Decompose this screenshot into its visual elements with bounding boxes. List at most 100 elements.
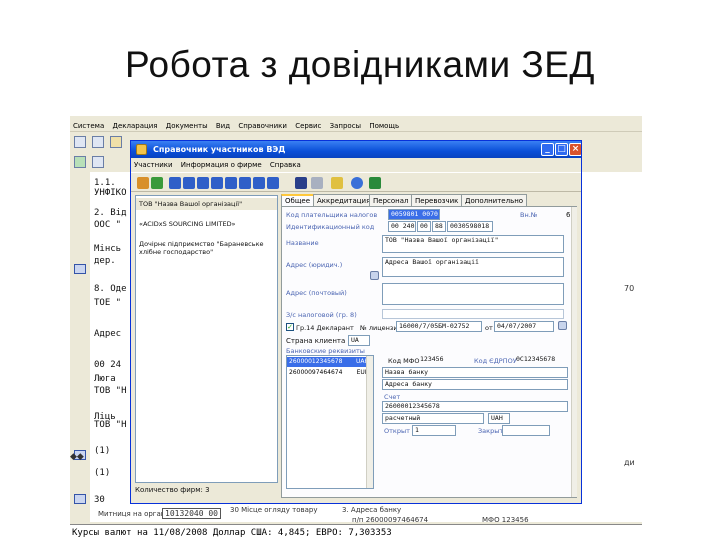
form-line: 1.1.	[94, 178, 116, 188]
closed-field[interactable]	[502, 425, 550, 436]
dialog-toolbar	[131, 172, 581, 192]
next-record-icon[interactable]	[211, 177, 223, 189]
tab-accreditation[interactable]: Аккредитация	[313, 194, 375, 206]
account-type-select[interactable]: расчетный	[382, 413, 484, 424]
account-label: Счет	[384, 393, 401, 401]
mfo-field[interactable]: 123456	[418, 355, 462, 366]
form-line: Люга	[94, 374, 116, 384]
bank-details-label: Банковские реквизиты	[286, 347, 365, 355]
id-code-part-3[interactable]: 88	[432, 221, 446, 232]
field-3-label: 3. Адреса банку	[342, 506, 402, 514]
menu-company-info[interactable]: Информация о фирме	[178, 159, 265, 171]
first-record-icon[interactable]	[169, 177, 181, 189]
form-section-icon[interactable]	[74, 264, 86, 274]
print-icon[interactable]	[311, 177, 323, 189]
list-item[interactable]: «ACIDxS SOURCING LIMITED»	[136, 218, 277, 230]
exit-icon[interactable]	[369, 177, 381, 189]
minimize-button[interactable]: _	[541, 143, 554, 156]
close-button[interactable]: ×	[569, 143, 581, 156]
copy-address-icon[interactable]	[370, 271, 379, 280]
form-line: ТОВ "Н	[94, 386, 127, 396]
save-icon[interactable]	[295, 177, 307, 189]
next-page-icon[interactable]	[225, 177, 237, 189]
company-name-field[interactable]: ТОВ "Назва Вашої організації"	[382, 235, 564, 253]
tab-carrier[interactable]: Перевозчик	[411, 194, 463, 206]
open-icon[interactable]	[92, 136, 104, 148]
mfo-bottom-label: МФО 123456	[482, 516, 529, 524]
tax-book-label: З/с налоговой (гр. 8)	[286, 311, 357, 319]
form-line: Адрес	[94, 329, 122, 339]
last-record-icon[interactable]	[239, 177, 251, 189]
menu-participants[interactable]: Участники	[131, 159, 176, 171]
menu-view[interactable]: Вид	[213, 120, 233, 132]
form-section-icon[interactable]	[74, 494, 86, 504]
prev-page-icon[interactable]	[183, 177, 195, 189]
tax-book-field[interactable]	[382, 309, 564, 319]
slide-title: Робота з довідниками ЗЕД	[124, 44, 595, 85]
panel-scrollbar[interactable]	[571, 207, 577, 497]
participants-list[interactable]: ТОВ "Назва Вашої організації" «ACIDxS SO…	[135, 195, 278, 483]
tab-additional[interactable]: Дополнительно	[461, 194, 528, 206]
license-date-field[interactable]: 04/07/2007	[494, 321, 554, 332]
people-icon[interactable]	[137, 177, 149, 189]
menu-queries[interactable]: Запросы	[327, 120, 364, 132]
menu-service[interactable]: Сервис	[292, 120, 324, 132]
account-field[interactable]: 26000012345678	[382, 401, 568, 412]
declarant-checkbox[interactable]: ✓	[286, 323, 294, 331]
bank-accounts-list[interactable]: 26000012345678 UAH 26000097464674 EUR	[286, 355, 374, 489]
new-document-icon[interactable]	[74, 136, 86, 148]
menu-help[interactable]: Помощь	[366, 120, 402, 132]
grid-icon[interactable]	[74, 156, 86, 168]
menu-system[interactable]: Система	[70, 120, 107, 132]
table-icon[interactable]	[92, 156, 104, 168]
edrpou-field[interactable]: 0C12345678	[514, 355, 568, 366]
form-line: ООС "	[94, 220, 122, 230]
license-number-field[interactable]: 16000/7/05БМ-02752	[396, 321, 482, 332]
insert-record-icon[interactable]	[253, 177, 265, 189]
menu-documents[interactable]: Документы	[163, 120, 211, 132]
customs-code-field[interactable]: 10132040 00	[162, 508, 221, 519]
list-item[interactable]: Дочірнє підприємство "Бараневське хлібне…	[136, 238, 277, 258]
id-code-label: Идентификационный код	[286, 223, 375, 231]
app-icon	[136, 144, 147, 155]
menu-declaration[interactable]: Декларация	[109, 120, 160, 132]
bank-name-field[interactable]: Назва банку	[382, 367, 568, 378]
tax-code-field[interactable]: 0059801 0070	[388, 209, 440, 220]
calendar-icon[interactable]	[558, 321, 567, 330]
form-line: 8. Оде	[94, 284, 127, 294]
delete-record-icon[interactable]	[267, 177, 279, 189]
id-code-part-1[interactable]: 00 240	[388, 221, 416, 232]
dots-marker: ◆◆	[70, 452, 84, 462]
mfo-label: Код МФО	[388, 357, 420, 365]
folder-icon[interactable]	[110, 136, 122, 148]
customs-label: Митниця на орган	[98, 510, 166, 518]
postal-address-field[interactable]	[382, 283, 564, 305]
id-code-part-4[interactable]: 0030598018	[447, 221, 493, 232]
list-item[interactable]: ТОВ "Назва Вашої організації"	[136, 198, 277, 210]
detail-tabs: Общее Аккредитация Персонал Перевозчик Д…	[281, 194, 577, 206]
help-icon[interactable]	[351, 177, 363, 189]
form-line: Мінсь	[94, 244, 122, 254]
bank-account-row[interactable]: 26000097464674 EUR	[287, 368, 373, 378]
bank-account-number: 26000097464674	[289, 369, 343, 376]
company-count-value: 3	[205, 486, 210, 494]
maximize-button[interactable]: □	[555, 143, 568, 156]
bank-list-scrollbar[interactable]	[366, 356, 373, 488]
postal-address-label: Адрес (почтовый)	[286, 289, 347, 297]
tab-general[interactable]: Общее	[281, 194, 315, 206]
menu-help[interactable]: Справка	[267, 159, 304, 171]
form-line: ТОЕ "	[94, 298, 122, 308]
prev-record-icon[interactable]	[197, 177, 209, 189]
bank-address-field[interactable]: Адреса банку	[382, 379, 568, 390]
add-icon[interactable]	[151, 177, 163, 189]
tab-personnel[interactable]: Персонал	[369, 194, 413, 206]
client-country-field[interactable]: UA	[348, 335, 370, 346]
legal-address-field[interactable]: Адреса Вашої організації	[382, 257, 564, 277]
menu-reference[interactable]: Справочники	[235, 120, 290, 132]
opened-field[interactable]: 1	[412, 425, 456, 436]
account-currency-field[interactable]: UAH	[488, 413, 510, 424]
bank-account-row[interactable]: 26000012345678 UAH	[287, 357, 373, 367]
search-icon[interactable]	[331, 177, 343, 189]
form-line: 2. Від	[94, 208, 127, 218]
id-code-part-2[interactable]: 00	[417, 221, 431, 232]
